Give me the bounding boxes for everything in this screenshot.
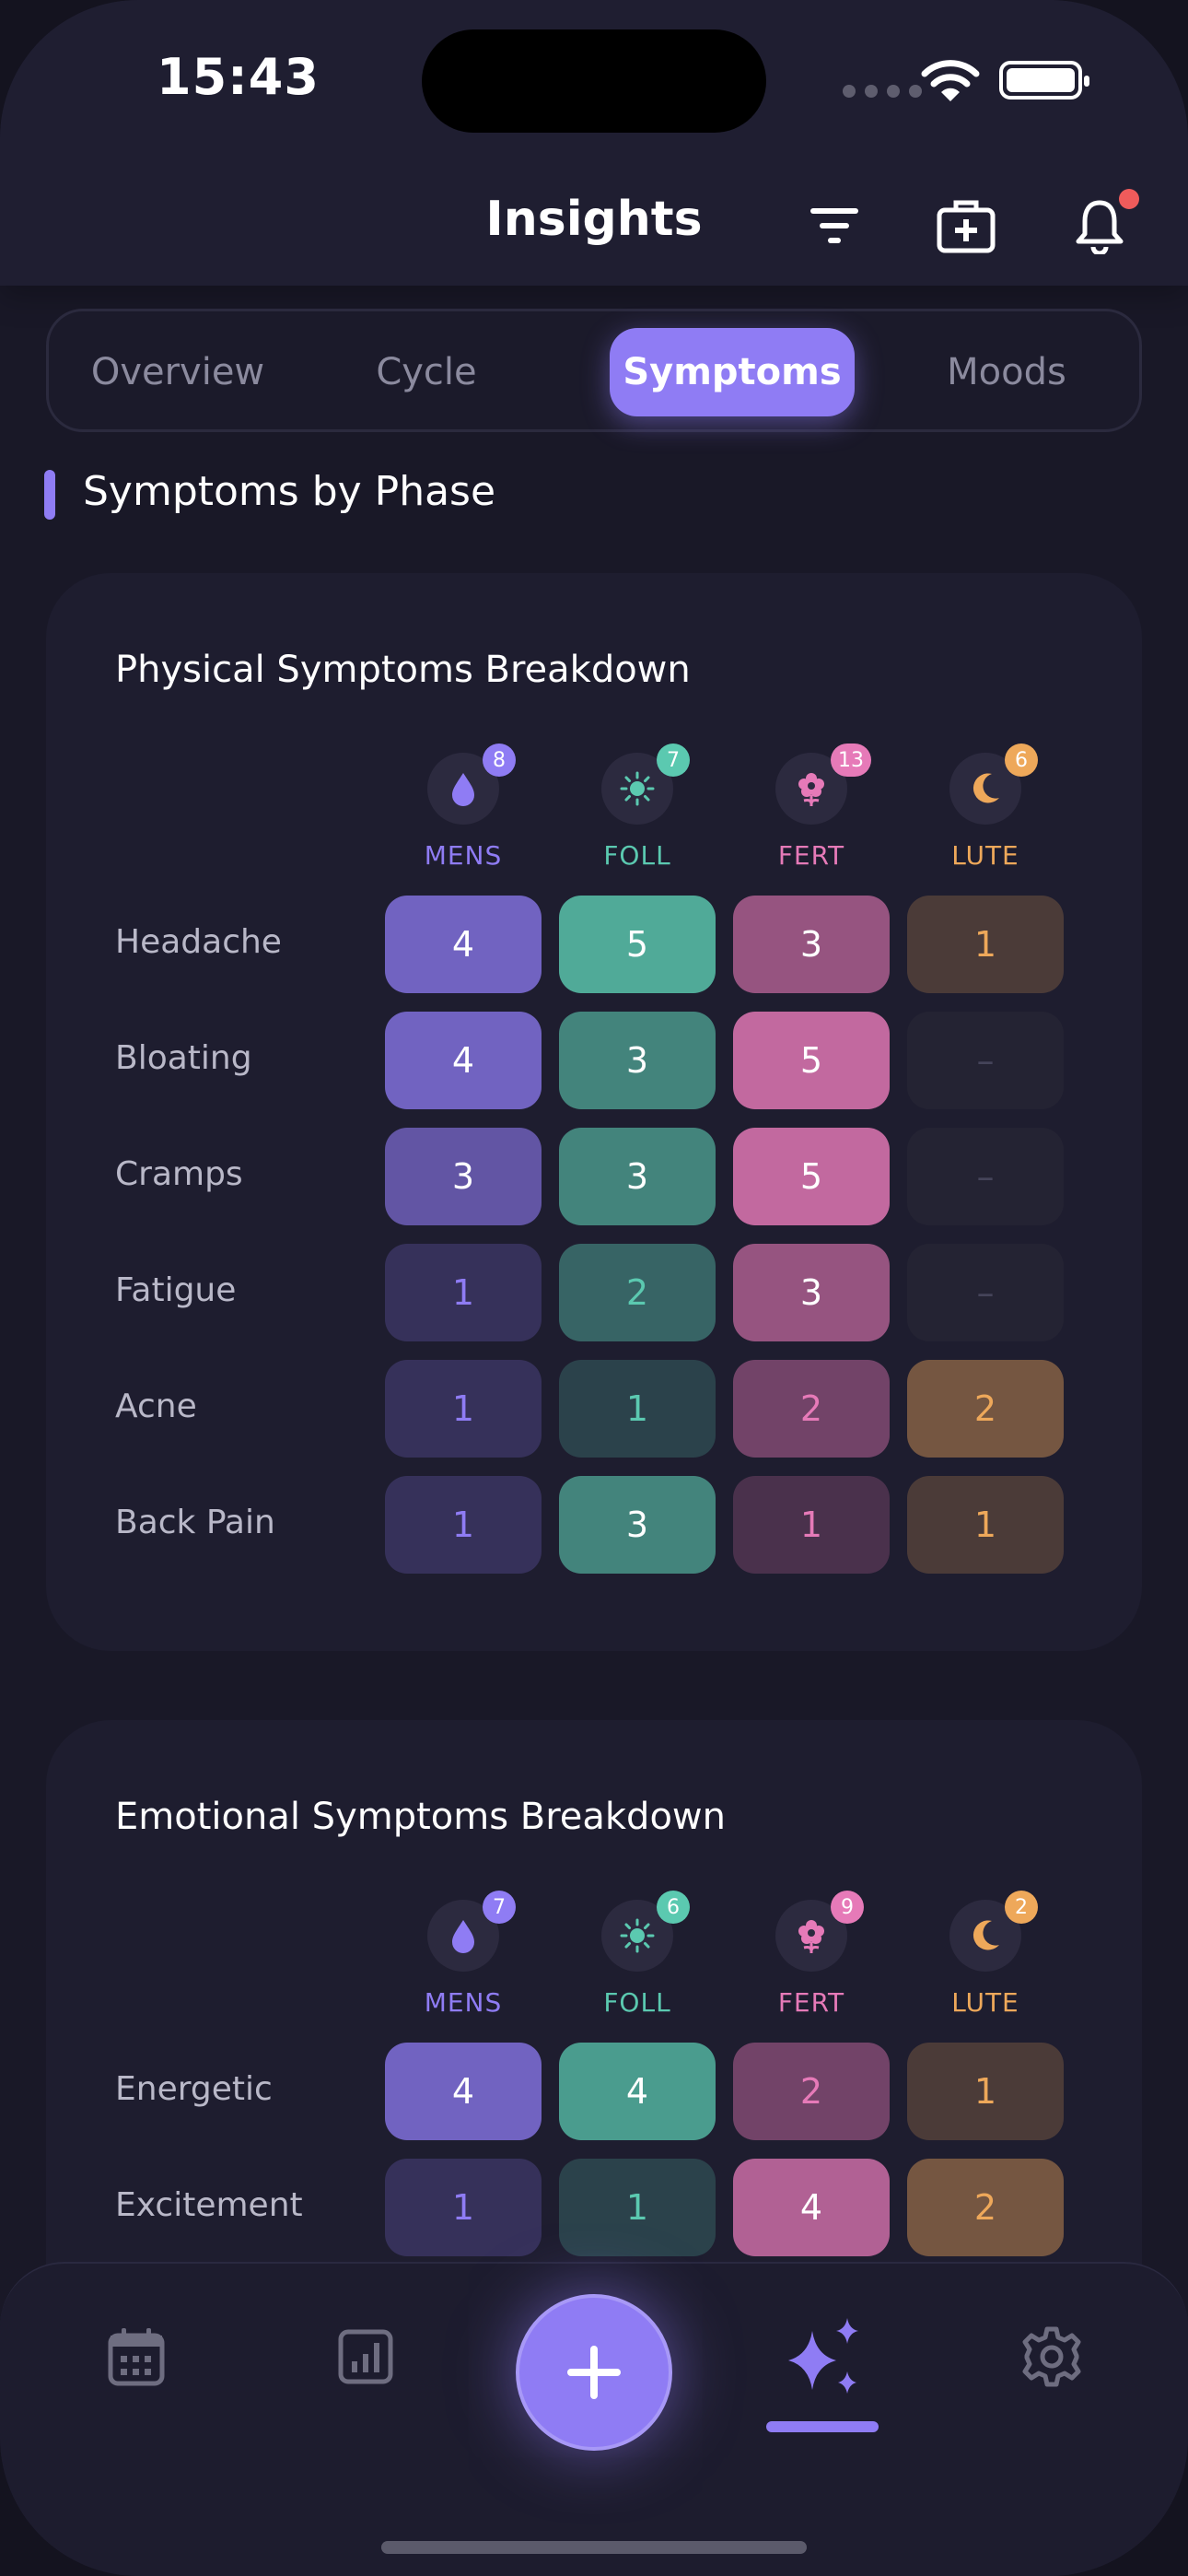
tab-symptoms[interactable]: Symptoms (610, 328, 855, 416)
status-time: 15:43 (157, 48, 320, 106)
filter-icon[interactable] (802, 193, 867, 258)
symptom-label: Headache (115, 923, 282, 961)
symptom-cell[interactable]: 3 (385, 1128, 542, 1225)
symptom-cell[interactable]: 2 (907, 2159, 1064, 2256)
phase-count-badge: 6 (1005, 744, 1038, 777)
symptom-cell[interactable]: 3 (559, 1012, 716, 1109)
sparkles-icon[interactable] (779, 2313, 871, 2405)
symptom-cell[interactable]: 1 (733, 1476, 890, 1574)
symptom-cell[interactable]: 4 (385, 2043, 542, 2140)
section-title: Symptoms by Phase (83, 468, 496, 515)
symptom-label: Back Pain (115, 1504, 275, 1541)
symptom-label: Cramps (115, 1155, 243, 1193)
phase-count-badge: 2 (1005, 1891, 1038, 1924)
first-aid-kit-icon[interactable] (934, 193, 998, 258)
phase-label: FOLL (603, 840, 671, 871)
section-accent (44, 470, 55, 520)
symptom-cell[interactable]: 5 (559, 896, 716, 993)
cellular-signal-icon (843, 85, 922, 98)
phase-count-badge: 9 (831, 1891, 864, 1924)
dynamic-island (422, 29, 766, 133)
card-title: Emotional Symptoms Breakdown (115, 1796, 726, 1838)
symptom-cell[interactable]: 1 (559, 2159, 716, 2256)
phase-count-badge: 7 (657, 744, 690, 777)
tab-overview[interactable]: Overview (76, 328, 279, 416)
app-screen: 15:43 Insights Overview Cycle Symptoms M… (0, 0, 1188, 2576)
add-button[interactable] (516, 2294, 672, 2451)
symptom-cell[interactable]: 1 (385, 1360, 542, 1458)
phase-label: MENS (424, 1987, 503, 2018)
symptom-cell[interactable]: 2 (907, 1360, 1064, 1458)
symptom-cell[interactable]: 1 (385, 1244, 542, 1341)
phase-count-badge: 8 (483, 744, 516, 777)
phase-label: LUTE (951, 840, 1019, 871)
symptom-cell[interactable]: 4 (385, 896, 542, 993)
symptom-cell[interactable]: 3 (733, 1244, 890, 1341)
notification-dot (1119, 189, 1139, 209)
wifi-icon (921, 60, 980, 101)
symptom-label: Energetic (115, 2070, 273, 2108)
home-indicator (381, 2541, 807, 2554)
symptom-cell[interactable]: – (907, 1012, 1064, 1109)
symptom-label: Fatigue (115, 1271, 237, 1309)
symptom-cell[interactable]: 5 (733, 1012, 890, 1109)
tab-moods[interactable]: Moods (924, 328, 1089, 416)
calendar-icon[interactable] (99, 2320, 173, 2394)
symptom-cell[interactable]: 4 (733, 2159, 890, 2256)
battery-icon (999, 61, 1089, 100)
phase-count-badge: 6 (657, 1891, 690, 1924)
symptom-label: Bloating (115, 1039, 252, 1077)
symptom-cell[interactable]: – (907, 1244, 1064, 1341)
card-title: Physical Symptoms Breakdown (115, 649, 691, 691)
symptom-cell[interactable]: 1 (907, 896, 1064, 993)
phase-label: LUTE (951, 1987, 1019, 2018)
symptom-cell[interactable]: 3 (733, 896, 890, 993)
tab-cycle[interactable]: Cycle (353, 328, 500, 416)
tab-bar: Overview Cycle Symptoms Moods (46, 309, 1142, 432)
phase-label: FOLL (603, 1987, 671, 2018)
symptom-label: Acne (115, 1388, 197, 1425)
page-title: Insights (485, 192, 703, 247)
symptom-cell[interactable]: 3 (559, 1476, 716, 1574)
symptom-cell[interactable]: 1 (385, 2159, 542, 2256)
symptom-cell[interactable]: 5 (733, 1128, 890, 1225)
plus-icon (567, 2346, 621, 2399)
symptom-cell[interactable]: 1 (385, 1476, 542, 1574)
symptom-cell[interactable]: 4 (559, 2043, 716, 2140)
physical-symptoms-card: Physical Symptoms Breakdown 8 MENS 7 FOLL 13… (46, 573, 1142, 1651)
symptom-cell[interactable]: 1 (559, 1360, 716, 1458)
symptom-cell[interactable]: 1 (907, 2043, 1064, 2140)
symptom-cell[interactable]: 2 (733, 1360, 890, 1458)
active-tab-indicator (766, 2421, 879, 2432)
symptom-label: Excitement (115, 2186, 303, 2224)
symptom-cell[interactable]: 4 (385, 1012, 542, 1109)
phase-count-badge: 7 (483, 1891, 516, 1924)
symptom-cell[interactable]: 2 (559, 1244, 716, 1341)
symptom-cell[interactable]: 3 (559, 1128, 716, 1225)
phase-label: MENS (424, 840, 503, 871)
symptom-cell[interactable]: 2 (733, 2043, 890, 2140)
symptom-cell[interactable]: 1 (907, 1476, 1064, 1574)
phase-count-badge: 13 (831, 744, 871, 777)
chart-icon[interactable] (329, 2320, 402, 2394)
gear-icon[interactable] (1015, 2320, 1089, 2394)
phase-label: FERT (777, 840, 845, 871)
symptom-cell[interactable]: – (907, 1128, 1064, 1225)
phase-label: FERT (777, 1987, 845, 2018)
